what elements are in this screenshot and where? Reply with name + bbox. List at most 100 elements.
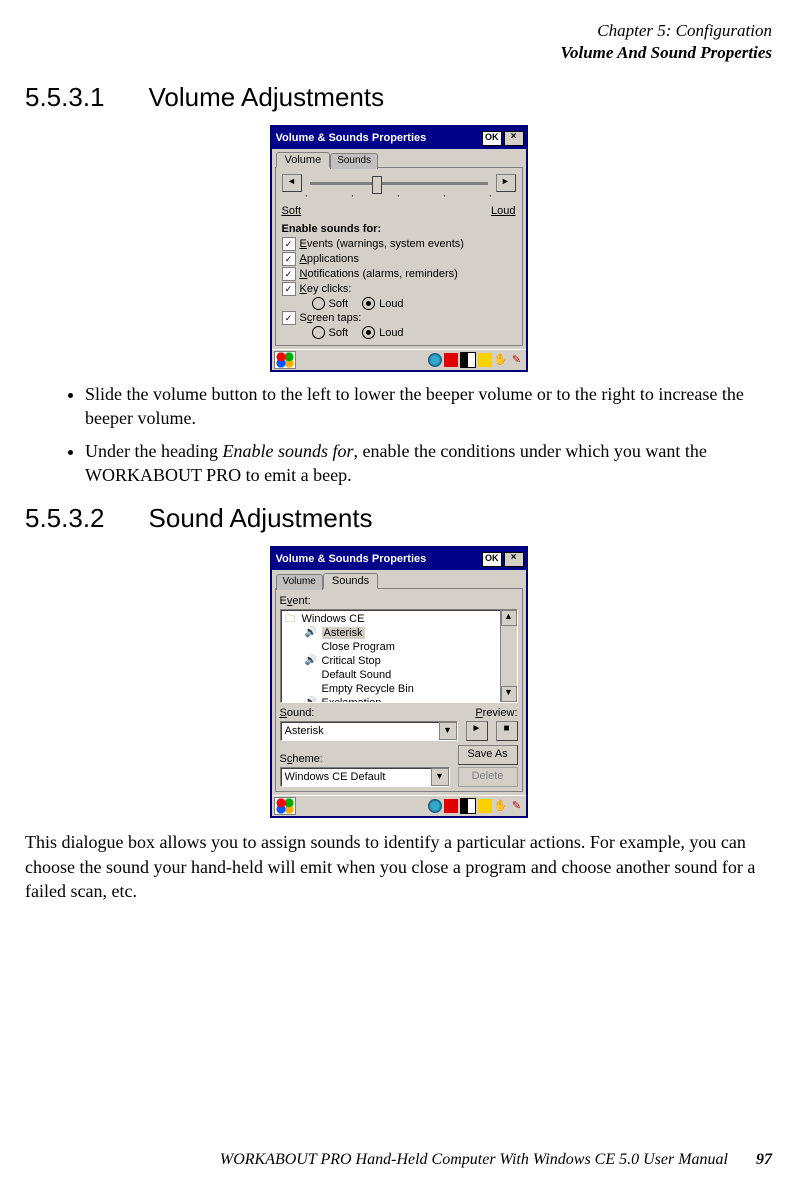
slider-right-button[interactable]: ►	[496, 174, 516, 192]
start-button-icon[interactable]	[274, 797, 296, 815]
bullet-1: Slide the volume button to the left to l…	[85, 382, 772, 431]
volume-slider-track[interactable]	[310, 182, 488, 185]
tab-panel-sounds: Event: 🗀Windows CE 🔊Asterisk 🔊Close Prog…	[275, 588, 523, 792]
screenshot-sounds-tab: Volume & Sounds Properties OK × Volume S…	[270, 546, 528, 818]
checkbox-label-notifications: Notifications (alarms, reminders)	[300, 268, 458, 280]
tray-icon-red[interactable]	[444, 799, 458, 813]
scroll-down-button[interactable]: ▼	[501, 686, 517, 702]
heading-sound-adjustments: 5.5.3.2 Sound Adjustments	[25, 503, 772, 534]
checkbox-label-keyclicks: Key clicks:	[300, 283, 352, 295]
sound-icon: 🔊	[305, 627, 319, 639]
radio-label-loud: Loud	[379, 298, 403, 310]
taskbar: ✋ ✎	[272, 349, 526, 370]
list-item-default-sound[interactable]: 🔊Default Sound	[283, 668, 498, 682]
list-item-critical-stop[interactable]: 🔊Critical Stop	[283, 654, 498, 668]
input-panel-icon[interactable]: ✎	[510, 353, 524, 367]
list-item-close-program[interactable]: 🔊Close Program	[283, 640, 498, 654]
preview-stop-button[interactable]: ■	[496, 721, 518, 741]
checkbox-keyclicks[interactable]: ✓	[282, 282, 296, 296]
heading-title-2: Sound Adjustments	[149, 503, 373, 534]
close-button[interactable]: ×	[504, 131, 524, 146]
dropdown-icon[interactable]: ▼	[431, 768, 449, 786]
checkbox-applications[interactable]: ✓	[282, 252, 296, 266]
list-item-empty-bin[interactable]: 🔊Empty Recycle Bin	[283, 682, 498, 696]
radio-keyclicks-soft[interactable]	[312, 297, 325, 310]
tray-icon-bw[interactable]	[460, 798, 476, 814]
footer-title: WORKABOUT PRO Hand-Held Computer With Wi…	[220, 1151, 728, 1169]
tab-sounds-2[interactable]: Sounds	[323, 573, 378, 589]
scheme-value: Windows CE Default	[281, 771, 431, 783]
preview-play-button[interactable]: ►	[466, 721, 488, 741]
window-titlebar: Volume & Sounds Properties OK ×	[272, 127, 526, 149]
label-event: Event:	[280, 595, 518, 607]
checkbox-row-applications: ✓ Applications	[282, 252, 516, 266]
list-item-exclamation[interactable]: 🔊Exclamation	[283, 696, 498, 702]
volume-slider-row: ◄ ►	[282, 174, 516, 192]
slider-ticks: '''''	[306, 194, 492, 203]
checkbox-notifications[interactable]: ✓	[282, 267, 296, 281]
tray-icon-yellow[interactable]	[478, 353, 492, 367]
tab-panel-volume: ◄ ► ''''' Soft Loud Enable sounds for: ✓…	[275, 167, 523, 346]
system-tray-2: ✋ ✎	[428, 798, 524, 814]
scheme-combobox[interactable]: Windows CE Default ▼	[280, 767, 450, 787]
taskbar-2: ✋ ✎	[272, 795, 526, 816]
label-preview: Preview:	[475, 707, 517, 719]
radio-row-keyclicks: Soft Loud	[312, 297, 516, 310]
checkbox-label-applications: Applications	[300, 253, 359, 265]
sound-icon: 🔊	[305, 697, 319, 702]
tab-row: Volume Sounds	[272, 149, 526, 167]
page-footer: WORKABOUT PRO Hand-Held Computer With Wi…	[25, 1151, 772, 1169]
radio-screentaps-loud[interactable]	[362, 326, 375, 339]
heading-number-2: 5.5.3.2	[25, 503, 105, 534]
network-icon[interactable]	[428, 353, 442, 367]
window-title-2: Volume & Sounds Properties	[276, 553, 479, 565]
radio-label-soft-2: Soft	[329, 327, 349, 339]
tab-sounds[interactable]: Sounds	[330, 153, 378, 169]
ok-button[interactable]: OK	[482, 131, 502, 146]
list-item-asterisk[interactable]: 🔊Asterisk	[283, 626, 498, 640]
radio-keyclicks-loud[interactable]	[362, 297, 375, 310]
window-title: Volume & Sounds Properties	[276, 132, 479, 144]
sound-icon: 🔊	[305, 655, 319, 667]
tray-icon-hand[interactable]: ✋	[494, 353, 508, 367]
checkbox-screentaps[interactable]: ✓	[282, 311, 296, 325]
tray-icon-red[interactable]	[444, 353, 458, 367]
checkbox-row-events: ✓ EEvents (warnings, system events)vents…	[282, 237, 516, 251]
tray-icon-hand[interactable]: ✋	[494, 799, 508, 813]
checkbox-events[interactable]: ✓	[282, 237, 296, 251]
label-loud: Loud	[491, 205, 515, 217]
delete-button[interactable]: Delete	[458, 767, 518, 787]
slider-labels: Soft Loud	[282, 205, 516, 217]
label-sound: Sound:	[280, 707, 468, 719]
tray-icon-yellow[interactable]	[478, 799, 492, 813]
label-scheme: Scheme:	[280, 753, 450, 765]
input-panel-icon[interactable]: ✎	[510, 799, 524, 813]
scroll-up-button[interactable]: ▲	[501, 610, 517, 626]
volume-slider-thumb[interactable]	[372, 176, 382, 194]
page-number: 97	[756, 1151, 772, 1169]
tab-row-2: Volume Sounds	[272, 570, 526, 588]
screenshot-volume-tab: Volume & Sounds Properties OK × Volume S…	[270, 125, 528, 372]
paragraph-sounds-desc: This dialogue box allows you to assign s…	[25, 830, 772, 903]
listbox-scrollbar[interactable]: ▲ ▼	[500, 610, 517, 702]
tab-volume-2[interactable]: Volume	[276, 574, 323, 590]
system-tray: ✋ ✎	[428, 352, 524, 368]
window-titlebar-2: Volume & Sounds Properties OK ×	[272, 548, 526, 570]
slider-left-button[interactable]: ◄	[282, 174, 302, 192]
list-item-root[interactable]: 🗀Windows CE	[283, 612, 498, 626]
checkbox-row-screentaps: ✓ Screen taps:	[282, 311, 516, 325]
section-line: Volume And Sound Properties	[25, 42, 772, 64]
network-icon[interactable]	[428, 799, 442, 813]
dropdown-icon[interactable]: ▼	[439, 722, 457, 740]
start-button-icon[interactable]	[274, 351, 296, 369]
ok-button-2[interactable]: OK	[482, 552, 502, 567]
chapter-line: Chapter 5: Configuration	[25, 20, 772, 42]
sound-combobox[interactable]: Asterisk ▼	[280, 721, 458, 741]
close-button-2[interactable]: ×	[504, 552, 524, 567]
radio-screentaps-soft[interactable]	[312, 326, 325, 339]
tab-volume[interactable]: Volume	[276, 152, 331, 168]
tray-icon-bw[interactable]	[460, 352, 476, 368]
event-listbox[interactable]: 🗀Windows CE 🔊Asterisk 🔊Close Program 🔊Cr…	[280, 609, 518, 703]
save-as-button[interactable]: Save As	[458, 745, 518, 765]
instruction-list: Slide the volume button to the left to l…	[25, 382, 772, 487]
